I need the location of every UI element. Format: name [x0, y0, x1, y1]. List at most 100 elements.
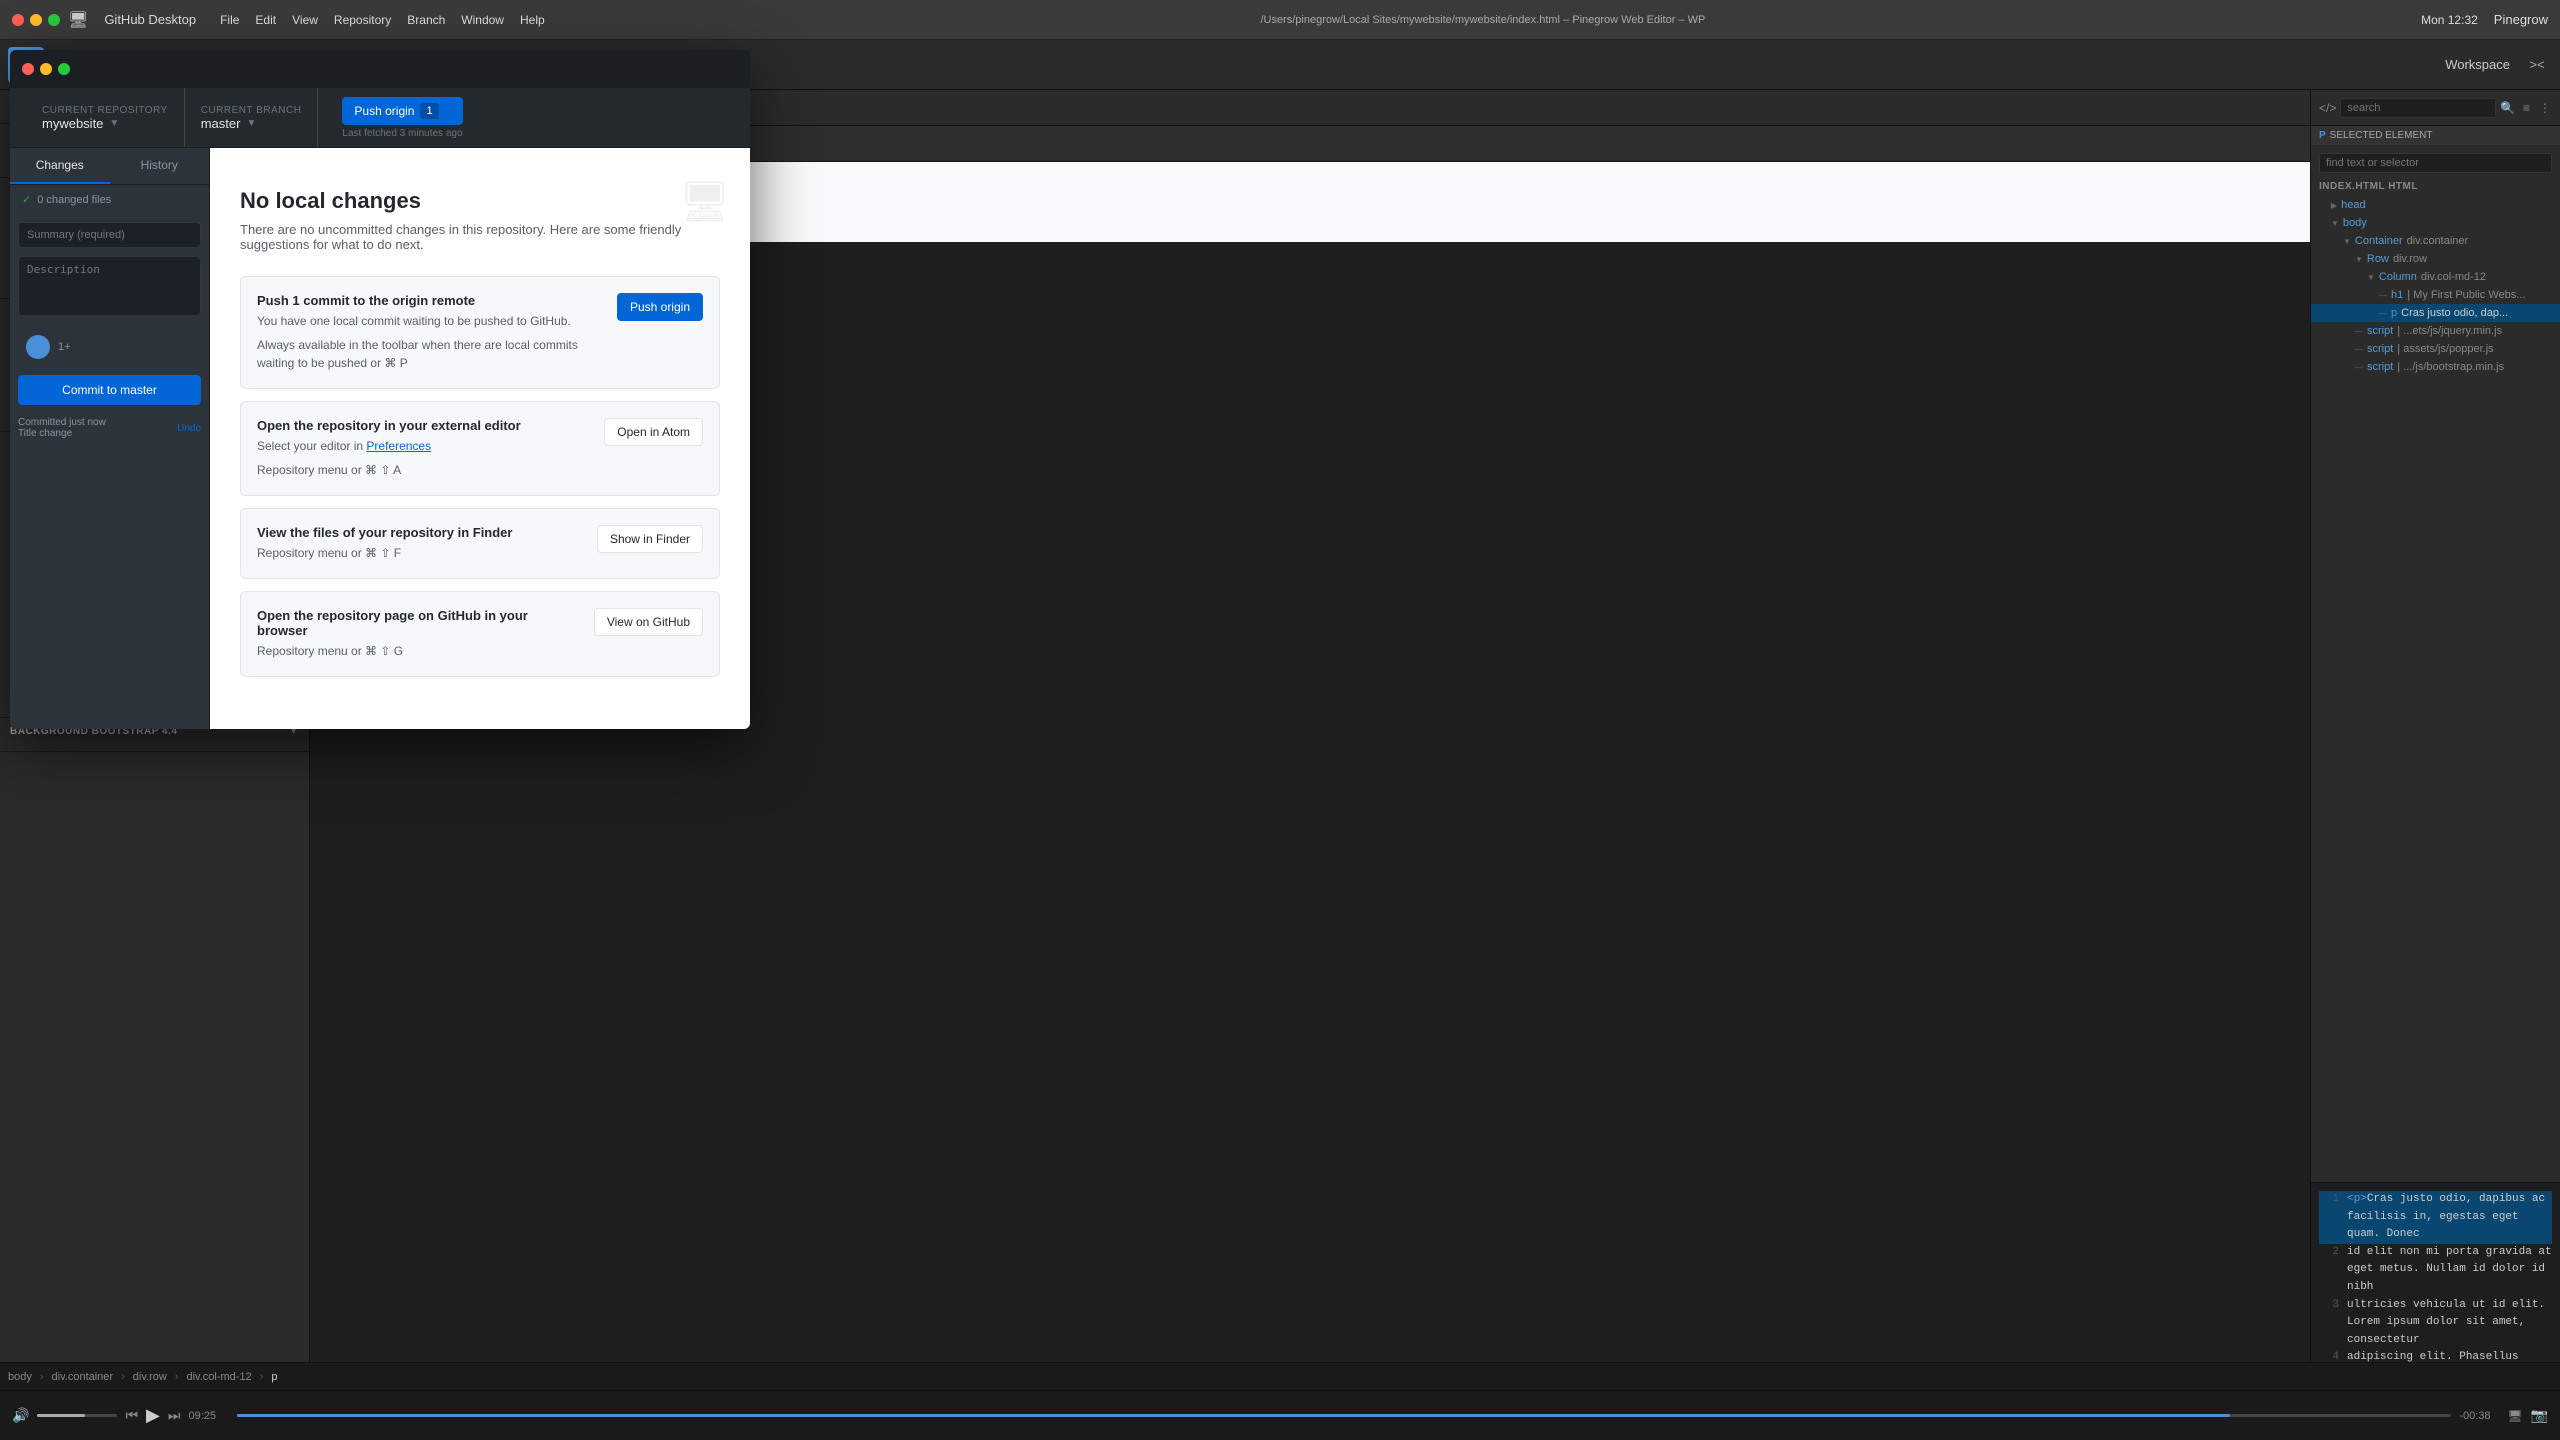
menu-view[interactable]: View — [292, 13, 318, 27]
breadcrumb-row[interactable]: div.row — [133, 1371, 167, 1383]
breadcrumb-body[interactable]: body — [8, 1371, 32, 1383]
tree-find-input[interactable] — [2319, 153, 2552, 173]
breadcrumb-sep-4: › — [260, 1371, 264, 1383]
tree-item-col[interactable]: ▼ Column div.col-md-12 — [2311, 268, 2560, 286]
breadcrumb-p[interactable]: p — [271, 1371, 277, 1383]
tree-tag-head: head — [2341, 199, 2365, 211]
breadcrumb-container[interactable]: div.container — [52, 1371, 114, 1383]
tree-tag-row: Row — [2367, 253, 2389, 265]
tree-item-head[interactable]: ▶ head — [2311, 196, 2560, 214]
gh-suggestion-1-title: Push 1 commit to the origin remote — [310, 293, 601, 308]
tree-tag-body: body — [2343, 217, 2367, 229]
tree-chevron-h1: — — [2379, 291, 2387, 300]
app-icon: 🖥 — [68, 10, 88, 30]
tree-chevron-col: ▼ — [2367, 273, 2375, 282]
code-content-2: id elit non mi porta gravida at eget met… — [2347, 1244, 2552, 1297]
tree-item-row[interactable]: ▼ Row div.row — [2311, 250, 2560, 268]
code-line-4: 4 adipiscing elit. Phasellus iaculis bib… — [2319, 1349, 2552, 1362]
gh-view-github-button[interactable]: View on GitHub — [594, 608, 703, 636]
tree-item-script1[interactable]: — script | ...ets/js/jquery.min.js — [2311, 322, 2560, 340]
breadcrumb-col[interactable]: div.col-md-12 — [186, 1371, 251, 1383]
app-menus: File Edit View Repository Branch Window … — [220, 13, 545, 27]
tree-label-script2: | assets/js/popper.js — [2397, 343, 2493, 355]
gh-illustration: 🖥 — [679, 178, 730, 225]
gh-suggestion-1-desc: You have one local commit waiting to be … — [310, 312, 601, 330]
github-desktop-window: Current Repository mywebsite ▼ Current B… — [310, 162, 750, 729]
tree-item-h1[interactable]: — h1 | My First Public Webs... — [2311, 286, 2560, 304]
window-controls[interactable] — [12, 14, 60, 26]
tree-chevron-row: ▼ — [2355, 255, 2363, 264]
vp-current-time: 09:25 — [189, 1410, 229, 1422]
menu-window[interactable]: Window — [461, 13, 504, 27]
code-num-4: 4 — [2319, 1349, 2339, 1362]
menu-edit[interactable]: Edit — [255, 13, 276, 27]
maximize-button[interactable] — [48, 14, 60, 26]
tree-item-script2[interactable]: — script | assets/js/popper.js — [2311, 340, 2560, 358]
menu-repository[interactable]: Repository — [334, 13, 391, 27]
gh-push-origin-action-button[interactable]: Push origin — [617, 293, 703, 321]
app-layout: E File Edit Page Components Support 📄 💾 … — [0, 40, 2560, 1440]
tree-tag-script1: script — [2367, 325, 2393, 337]
sidebar-toggle-icon[interactable]: >< — [2522, 50, 2552, 80]
vp-progress-fill — [237, 1414, 2230, 1417]
selected-element-label: SELECTED ELEMENT — [2330, 130, 2433, 141]
rp-filter-icon[interactable]: ≡ — [2519, 96, 2533, 120]
window-title: /Users/pinegrow/Local Sites/mywebsite/my… — [553, 14, 2413, 26]
gh-open-atom-button[interactable]: Open in Atom — [604, 418, 703, 446]
app-right: Pinegrow — [2494, 12, 2548, 27]
code-content-1: <p>Cras justo odio, dapibus ac facilisis… — [2347, 1191, 2552, 1244]
rp-icon-left[interactable]: </> — [2319, 96, 2336, 120]
editor-canvas: My First Public Website — [310, 162, 2310, 1362]
tree-label-h1: | My First Public Webs... — [2407, 289, 2525, 301]
menu-branch[interactable]: Branch — [407, 13, 445, 27]
code-panel: 1 <p>Cras justo odio, dapibus ac facilis… — [2311, 1182, 2560, 1362]
app-name: GitHub Desktop — [104, 12, 196, 27]
gh-suggestion-1: Push 1 commit to the origin remote You h… — [310, 276, 720, 389]
tree-item-container[interactable]: ▼ Container div.container — [2311, 232, 2560, 250]
menu-help[interactable]: Help — [520, 13, 545, 27]
vp-capture-icon[interactable]: 📷 — [2531, 1407, 2548, 1424]
tree-chevron-script1: — — [2355, 327, 2363, 336]
workspace-button[interactable]: Workspace — [2445, 57, 2510, 72]
tree-tag-col: Column — [2379, 271, 2417, 283]
vp-prev-icon[interactable]: ⏮ — [125, 1407, 138, 1424]
tree-label-p: Cras justo odio, dap... — [2401, 307, 2508, 319]
tree-root-label: INDEX.HTML html — [2319, 181, 2418, 192]
gh-suggestion-2-desc2: Repository menu or ⌘ ⇧ A — [310, 461, 588, 479]
vp-progress-bar[interactable] — [237, 1414, 2452, 1417]
close-button[interactable] — [12, 14, 24, 26]
minimize-button[interactable] — [30, 14, 42, 26]
vp-remaining-time: -00:38 — [2459, 1410, 2499, 1422]
vp-volume-icon[interactable]: 🔊 — [12, 1407, 29, 1424]
vp-next-icon[interactable]: ⏭ — [168, 1407, 181, 1424]
tree-root-title: INDEX.HTML html — [2311, 177, 2560, 196]
tree-chevron-body: ▼ — [2331, 219, 2339, 228]
gh-suggestion-3-text: View the files of your repository in Fin… — [310, 525, 581, 562]
code-content-4: adipiscing elit. Phasellus iaculis biben… — [2347, 1349, 2552, 1362]
selected-p-label: P — [2319, 130, 2326, 141]
code-num-2: 2 — [2319, 1244, 2339, 1297]
right-panel: </> 🔍 ≡ ⋮ P SELECTED ELEMENT INDEX.HTML … — [2310, 90, 2560, 1362]
gh-preferences-link[interactable]: Preferences — [366, 439, 431, 453]
gh-content: No local changes There are no uncommitte… — [310, 162, 750, 729]
gh-no-changes-title: No local changes — [310, 188, 720, 214]
rp-search-input[interactable] — [2340, 98, 2496, 118]
vp-play-icon[interactable]: ▶ — [146, 1405, 160, 1426]
vp-screen-icon[interactable]: 🖥 — [2507, 1409, 2522, 1423]
rp-menu-icon[interactable]: ⋮ — [2538, 96, 2552, 120]
menu-file[interactable]: File — [220, 13, 239, 27]
tree-item-p[interactable]: — p Cras justo odio, dap... — [2311, 304, 2560, 322]
video-player: 🔊 ⏮ ▶ ⏭ 09:25 -00:38 🖥 📷 — [0, 1390, 2560, 1440]
gh-suggestion-1-desc2-text: Always available in the toolbar when the… — [310, 338, 578, 370]
tree-item-body[interactable]: ▼ body — [2311, 214, 2560, 232]
breadcrumb-sep-2: › — [121, 1371, 125, 1383]
gh-suggestion-3-title: View the files of your repository in Fin… — [310, 525, 581, 540]
vp-volume-slider[interactable] — [37, 1414, 117, 1417]
code-num-3: 3 — [2319, 1297, 2339, 1350]
rp-search-icon[interactable]: 🔍 — [2500, 96, 2515, 120]
gh-show-finder-button[interactable]: Show in Finder — [597, 525, 703, 553]
editor-area: Grid Cols LG 1024 px My First Public Web… — [310, 90, 2310, 1362]
status-bar: body › div.container › div.row › div.col… — [0, 1362, 2560, 1390]
gh-suggestion-2: Open the repository in your external edi… — [310, 401, 720, 496]
tree-item-script3[interactable]: — script | .../js/bootstrap.min.js — [2311, 358, 2560, 376]
